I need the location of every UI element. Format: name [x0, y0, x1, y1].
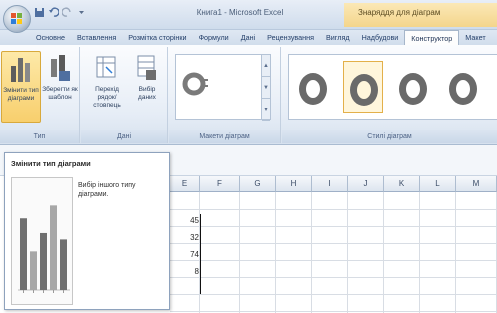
cell-value[interactable]: 74 — [169, 250, 199, 259]
column-header[interactable]: I — [312, 176, 348, 192]
column-header[interactable]: J — [348, 176, 384, 192]
grid-row-line — [170, 226, 497, 227]
quick-access-toolbar — [34, 5, 87, 19]
layouts-gallery-scroll[interactable]: ▲ ▼ ▾ — [261, 55, 270, 121]
preview-bar — [50, 205, 57, 290]
grid-row-line — [170, 243, 497, 244]
group-chart-styles-label: Стилі діаграм — [282, 130, 497, 143]
office-button[interactable] — [3, 5, 31, 33]
chart-styles-gallery[interactable] — [288, 54, 497, 120]
tab-7[interactable]: Надбудови — [356, 30, 405, 45]
column-header[interactable]: E — [170, 176, 200, 192]
group-data: Перехід рядок/стовпець Вибір даних Дані — [81, 47, 168, 143]
chart-style-4[interactable] — [443, 61, 483, 113]
save-as-template-label: Зберегти як шаблон — [42, 86, 78, 101]
scroll-up-icon[interactable]: ▲ — [262, 55, 270, 77]
tab-5[interactable]: Рецензування — [261, 30, 320, 45]
tab-3[interactable]: Формули — [193, 30, 235, 45]
select-data-button[interactable]: Вибір даних — [129, 51, 165, 123]
tab-8[interactable]: Конструктор — [404, 30, 460, 45]
tooltip-preview-svg — [18, 205, 70, 293]
chart-style-3[interactable] — [393, 61, 433, 113]
column-header[interactable]: G — [240, 176, 276, 192]
cell-value[interactable]: 8 — [169, 267, 199, 276]
preview-bar — [30, 251, 37, 290]
tab-0[interactable]: Основне — [30, 30, 71, 45]
preview-bar — [20, 218, 27, 290]
grid-row-line — [170, 277, 497, 278]
grid-row-line — [170, 260, 497, 261]
office-logo-icon — [11, 13, 22, 24]
tab-4[interactable]: Дані — [235, 30, 261, 45]
ribbon: Змінити тип діаграми Зберегти як шаблон … — [0, 45, 497, 145]
donut-thumbnail-icon — [350, 74, 378, 106]
select-data-icon — [137, 55, 156, 80]
donut-thumbnail-icon — [399, 73, 427, 105]
undo-icon[interactable] — [48, 6, 60, 18]
donut-thumbnail-icon — [299, 73, 327, 105]
context-tab-group-title: Знаряддя для діаграм — [344, 3, 497, 27]
group-data-label: Дані — [81, 130, 167, 143]
preview-bar — [40, 232, 47, 290]
save-icon[interactable] — [34, 7, 45, 18]
title-bar: Книга1 - Microsoft Excel Знаряддя для ді… — [0, 0, 497, 33]
tooltip-chart-preview — [11, 177, 73, 305]
tab-6[interactable]: Вигляд — [320, 30, 356, 45]
save-template-icon — [51, 55, 70, 81]
chart-data-range-border — [200, 214, 201, 294]
column-header[interactable]: M — [456, 176, 497, 192]
save-as-template-button[interactable]: Зберегти як шаблон — [40, 51, 80, 123]
column-header[interactable]: K — [384, 176, 420, 192]
chart-type-icon — [11, 58, 30, 82]
grid-row-line — [170, 311, 497, 312]
tab-2[interactable]: Розмітка сторінки — [122, 30, 192, 45]
chart-layouts-gallery[interactable]: ▲ ▼ ▾ — [175, 54, 271, 121]
switch-row-column-button[interactable]: Перехід рядок/стовпець — [85, 51, 129, 123]
grid-row-line — [170, 209, 497, 210]
switch-row-column-label: Перехід рядок/стовпець — [93, 86, 121, 109]
chart-style-2[interactable] — [343, 61, 383, 113]
group-type: Змінити тип діаграми Зберегти як шаблон … — [0, 47, 80, 143]
cell-value[interactable]: 45 — [169, 216, 199, 225]
tooltip-title: Змінити тип діаграми — [11, 159, 91, 168]
redo-icon[interactable] — [61, 6, 73, 18]
group-chart-styles: Стилі діаграм — [282, 47, 497, 143]
tooltip-description: Вибір іншого типу діаграми. — [78, 182, 136, 198]
window-title: Книга1 - Microsoft Excel — [196, 8, 284, 17]
group-type-label: Тип — [0, 130, 79, 143]
column-header[interactable]: H — [276, 176, 312, 192]
scroll-down-icon[interactable]: ▼ — [262, 77, 270, 99]
more-icon[interactable]: ▾ — [262, 99, 270, 121]
cell-value[interactable]: 32 — [169, 233, 199, 242]
tab-9[interactable]: Макет — [459, 30, 491, 45]
tab-1[interactable]: Вставлення — [71, 30, 122, 45]
donut-thumbnail-icon — [449, 73, 477, 105]
column-header[interactable]: L — [420, 176, 456, 192]
group-chart-layouts-label: Макети діаграм — [169, 130, 280, 143]
switch-row-column-icon — [96, 56, 116, 78]
group-chart-layouts: ▲ ▼ ▾ Макети діаграм — [169, 47, 281, 143]
qat-dropdown-icon[interactable] — [76, 7, 87, 18]
change-chart-type-tooltip: Змінити тип діаграми Вибір іншого типу д… — [4, 152, 170, 310]
ribbon-tabs: Основне Вставлення Розмітка сторінки Формул… — [30, 30, 492, 45]
chart-layout-thumbnail[interactable] — [180, 69, 210, 99]
select-data-label: Вибір даних — [138, 86, 156, 101]
column-header[interactable]: F — [200, 176, 240, 192]
grid-row-line — [170, 294, 497, 295]
change-chart-type-label: Змінити тип діаграми — [3, 87, 39, 102]
change-chart-type-button[interactable]: Змінити тип діаграми — [1, 51, 41, 123]
worksheet-grid[interactable]: E F G H I J K L M 45 32 74 8 — [170, 176, 497, 313]
preview-bar — [60, 239, 67, 290]
chart-style-1[interactable] — [293, 61, 333, 113]
